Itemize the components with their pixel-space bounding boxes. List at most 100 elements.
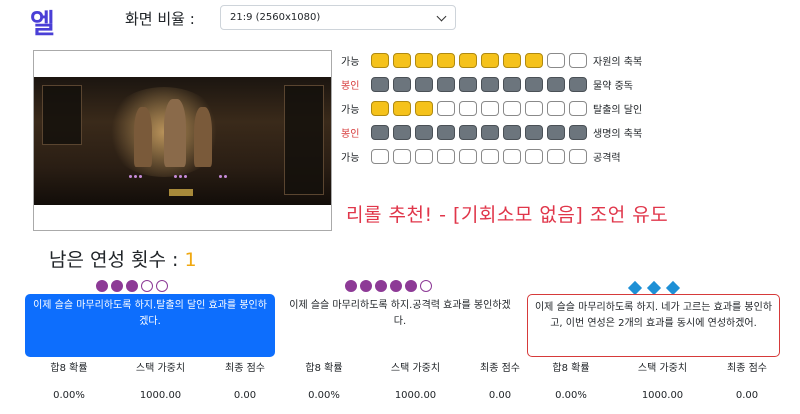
stat-row: 봉인 생명의 축복 xyxy=(341,123,642,141)
stat-level-boxes xyxy=(371,100,587,116)
stat-header: 합8 확률 xyxy=(50,363,88,374)
stat-column: 최종 점수 0.00 xyxy=(463,362,537,401)
level-box-sealed xyxy=(525,124,543,140)
chevron-down-icon xyxy=(436,11,447,22)
level-box-sealed xyxy=(547,124,565,140)
level-box-sealed xyxy=(371,76,389,92)
stat-column: 스택 가중치 1000.00 xyxy=(368,362,463,401)
level-box-empty xyxy=(459,100,477,116)
filled-circle-icon xyxy=(111,280,123,292)
stat-column: 스택 가중치 1000.00 xyxy=(615,362,710,401)
level-box-filled xyxy=(371,52,389,68)
level-box-empty xyxy=(547,52,565,68)
level-box-empty xyxy=(459,148,477,164)
level-box-empty xyxy=(481,148,499,164)
game-screenshot-preview xyxy=(33,50,332,231)
advisor-1-stats: 합8 확률 0.00% 스택 가중치 1000.00 최종 점수 0.00 xyxy=(25,362,282,401)
stat-header: 스택 가중치 xyxy=(637,363,688,374)
level-box-empty xyxy=(547,100,565,116)
stat-column: 합8 확률 0.00% xyxy=(527,362,615,401)
level-box-empty xyxy=(547,148,565,164)
level-box-sealed xyxy=(569,76,587,92)
stat-header: 최종 점수 xyxy=(480,363,520,374)
level-box-filled xyxy=(503,52,521,68)
level-box-sealed xyxy=(437,124,455,140)
remaining-value: 1 xyxy=(184,249,197,271)
stat-column: 스택 가중치 1000.00 xyxy=(113,362,208,401)
filled-circle-icon xyxy=(126,280,138,292)
level-box-sealed xyxy=(503,76,521,92)
stat-column: 최종 점수 0.00 xyxy=(208,362,282,401)
level-box-sealed xyxy=(393,124,411,140)
filled-circle-icon xyxy=(390,280,402,292)
stat-row: 가능 공격력 xyxy=(341,147,621,165)
stat-value: 1000.00 xyxy=(394,390,437,401)
logo: 엘 xyxy=(30,9,55,40)
filled-circle-icon xyxy=(405,280,417,292)
ratio-label: 화면 비율 : xyxy=(125,10,195,28)
advisor-2-icons xyxy=(345,280,432,292)
stat-value: 0.00% xyxy=(53,390,85,401)
stat-name: 생명의 축복 xyxy=(593,128,643,140)
empty-circle-icon xyxy=(141,280,153,292)
level-box-empty xyxy=(503,148,521,164)
stat-level-boxes xyxy=(371,148,587,164)
stat-row: 가능 자원의 축복 xyxy=(341,51,642,69)
stat-value: 0.00% xyxy=(555,390,587,401)
stat-header: 스택 가중치 xyxy=(390,363,441,374)
stat-name: 탈출의 달인 xyxy=(593,104,643,116)
advisor-card-2[interactable]: 이제 슬슬 마무리하도록 하지.공격력 효과를 봉인하겠다. xyxy=(280,294,520,334)
stat-status: 가능 xyxy=(341,104,360,116)
level-box-sealed xyxy=(459,124,477,140)
stat-level-boxes xyxy=(371,124,587,140)
advisor-card-3[interactable]: 이제 슬슬 마무리하도록 하지. 네가 고르는 효과를 봉인하고, 이번 연성은… xyxy=(527,294,780,357)
level-box-empty xyxy=(525,148,543,164)
level-box-sealed xyxy=(481,124,499,140)
level-box-empty xyxy=(415,148,433,164)
filled-circle-icon xyxy=(375,280,387,292)
empty-circle-icon xyxy=(156,280,168,292)
level-box-empty xyxy=(569,52,587,68)
level-box-sealed xyxy=(459,76,477,92)
level-box-empty xyxy=(393,148,411,164)
level-box-empty xyxy=(525,100,543,116)
advisor-3-icons xyxy=(627,280,681,296)
stat-header: 합8 확률 xyxy=(552,363,590,374)
level-box-empty xyxy=(569,100,587,116)
ratio-select[interactable]: 21:9 (2560x1080) xyxy=(220,5,456,30)
level-box-filled xyxy=(415,100,433,116)
stat-row: 봉인 물약 중독 xyxy=(341,75,633,93)
stat-row: 가능 탈출의 달인 xyxy=(341,99,642,117)
stat-column: 합8 확률 0.00% xyxy=(280,362,368,401)
level-box-sealed xyxy=(415,76,433,92)
stat-column: 합8 확률 0.00% xyxy=(25,362,113,401)
stat-name: 물약 중독 xyxy=(593,80,633,92)
level-box-filled xyxy=(481,52,499,68)
level-box-filled xyxy=(371,100,389,116)
stat-name: 공격력 xyxy=(593,152,621,164)
ratio-select-value: 21:9 (2560x1080) xyxy=(230,12,321,23)
remaining-count: 남은 연성 횟수 : 1 xyxy=(49,245,197,272)
level-box-sealed xyxy=(525,76,543,92)
stat-value: 1000.00 xyxy=(139,390,182,401)
level-box-sealed xyxy=(415,124,433,140)
level-box-empty xyxy=(437,148,455,164)
advisor-3-stats: 합8 확률 0.00% 스택 가중치 1000.00 최종 점수 0.00 xyxy=(527,362,784,401)
level-box-filled xyxy=(437,52,455,68)
level-box-sealed xyxy=(437,76,455,92)
level-box-empty xyxy=(503,100,521,116)
stat-header: 스택 가중치 xyxy=(135,363,186,374)
filled-circle-icon xyxy=(96,280,108,292)
stat-column: 최종 점수 0.00 xyxy=(710,362,784,401)
stat-status: 가능 xyxy=(341,152,360,164)
stat-level-boxes xyxy=(371,52,587,68)
level-box-sealed xyxy=(481,76,499,92)
remaining-label: 남은 연성 횟수 : xyxy=(49,249,179,271)
level-box-sealed xyxy=(547,76,565,92)
stat-name: 자원의 축복 xyxy=(593,56,643,68)
filled-circle-icon xyxy=(360,280,372,292)
stat-value: 0.00 xyxy=(233,390,257,401)
stat-value: 0.00% xyxy=(308,390,340,401)
advisor-card-1[interactable]: 이제 슬슬 마무리하도록 하지.탈출의 달인 효과를 봉인하겠다. xyxy=(25,294,275,357)
stat-header: 최종 점수 xyxy=(225,363,265,374)
